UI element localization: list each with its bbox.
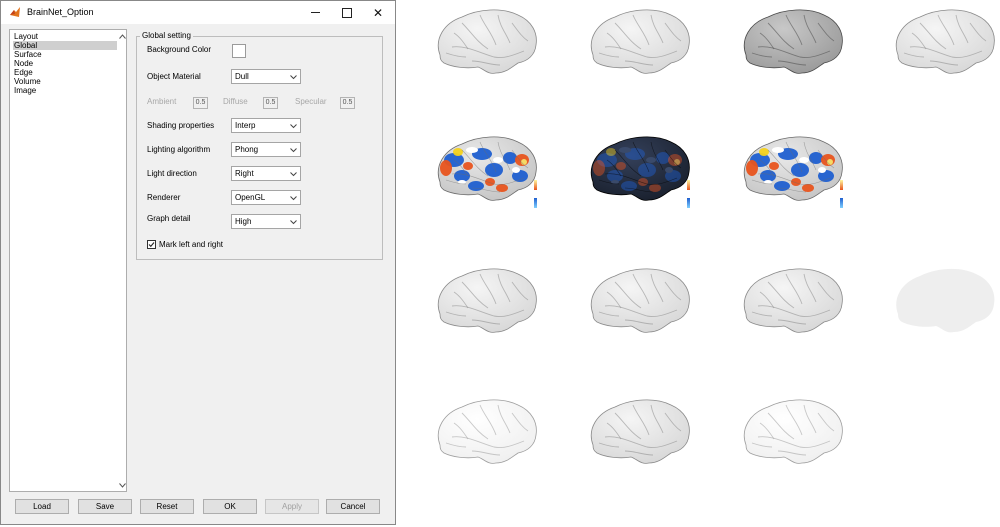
colorbar-negative bbox=[534, 198, 537, 208]
object-material-label: Object Material bbox=[147, 72, 201, 81]
colorbar-negative bbox=[840, 198, 843, 208]
renderer-label: Renderer bbox=[147, 193, 181, 202]
brain-render-brain-light bbox=[585, 262, 695, 340]
brain-render-brain-activation-dark bbox=[585, 130, 695, 208]
load-button[interactable]: Load bbox=[15, 499, 69, 514]
cancel-button[interactable]: Cancel bbox=[326, 499, 380, 514]
mark-left-right-label: Mark left and right bbox=[159, 240, 224, 249]
graph-detail-select[interactable]: High bbox=[231, 214, 301, 229]
shading-label: Shading properties bbox=[147, 121, 215, 130]
mark-left-right-checkbox[interactable] bbox=[147, 240, 156, 249]
brain-render-brain-light bbox=[432, 262, 542, 340]
maximize-icon bbox=[342, 7, 352, 18]
chevron-down-icon bbox=[290, 172, 297, 177]
colorbar-positive bbox=[840, 180, 843, 190]
shading-value: Interp bbox=[235, 121, 256, 130]
scroll-up-icon[interactable] bbox=[118, 32, 126, 40]
list-item-image[interactable]: Image bbox=[13, 86, 117, 95]
chevron-down-icon bbox=[290, 148, 297, 153]
colorbar-positive bbox=[687, 180, 690, 190]
group-title: Global setting bbox=[140, 31, 193, 40]
chevron-down-icon bbox=[290, 220, 297, 225]
brain-render-brain-light bbox=[738, 262, 848, 340]
maximize-button[interactable] bbox=[331, 1, 363, 24]
close-button[interactable]: ✕ bbox=[362, 1, 394, 24]
graph-detail-value: High bbox=[235, 217, 252, 226]
light-direction-value: Right bbox=[235, 169, 254, 178]
brain-render-brain-activation bbox=[432, 130, 542, 208]
minimize-icon bbox=[310, 12, 320, 13]
list-item-volume[interactable]: Volume bbox=[13, 77, 117, 86]
chevron-down-icon bbox=[290, 196, 297, 201]
list-item-surface[interactable]: Surface bbox=[13, 50, 117, 59]
list-item-edge[interactable]: Edge bbox=[13, 68, 117, 77]
brain-render-brain-dark-gray bbox=[738, 3, 848, 81]
specular-input[interactable]: 0.5 bbox=[340, 97, 355, 109]
minimize-button[interactable] bbox=[299, 1, 331, 24]
list-item-node[interactable]: Node bbox=[13, 59, 117, 68]
brain-render-brain-white bbox=[432, 393, 542, 471]
scroll-down-icon[interactable] bbox=[118, 481, 126, 489]
close-icon: ✕ bbox=[372, 5, 384, 20]
object-material-value: Dull bbox=[235, 72, 249, 81]
specular-label: Specular bbox=[295, 97, 327, 106]
renderer-select[interactable]: OpenGL bbox=[231, 190, 301, 205]
brain-render-brain-light bbox=[585, 3, 695, 81]
list-item-layout[interactable]: Layout bbox=[13, 32, 117, 41]
chevron-down-icon bbox=[290, 124, 297, 129]
brain-render-brain-light bbox=[890, 3, 1000, 81]
diffuse-input[interactable]: 0.5 bbox=[263, 97, 278, 109]
brain-render-brain-light bbox=[432, 3, 542, 81]
matlab-app-icon bbox=[10, 7, 20, 17]
brain-render-brain-white bbox=[738, 393, 848, 471]
lighting-value: Phong bbox=[235, 145, 259, 154]
light-direction-select[interactable]: Right bbox=[231, 166, 301, 181]
graph-detail-label: Graph detail bbox=[147, 214, 191, 223]
light-direction-label: Light direction bbox=[147, 169, 197, 178]
shading-select[interactable]: Interp bbox=[231, 118, 301, 133]
colorbar-positive bbox=[534, 180, 537, 190]
brain-render-brain-silhouette bbox=[890, 262, 1000, 340]
colorbar-negative bbox=[687, 198, 690, 208]
ok-button[interactable]: OK bbox=[203, 499, 257, 514]
ambient-input[interactable]: 0.5 bbox=[193, 97, 208, 109]
category-list[interactable]: Layout Global Surface Node Edge Volume I… bbox=[9, 29, 127, 492]
checkmark-icon bbox=[148, 242, 155, 248]
brain-render-brain-activation bbox=[738, 130, 848, 208]
window-title: BrainNet_Option bbox=[27, 7, 94, 17]
ambient-label: Ambient bbox=[147, 97, 177, 106]
save-button[interactable]: Save bbox=[78, 499, 132, 514]
background-color-button[interactable] bbox=[232, 44, 246, 58]
background-color-label: Background Color bbox=[147, 45, 212, 54]
reset-button[interactable]: Reset bbox=[140, 499, 194, 514]
chevron-down-icon bbox=[290, 75, 297, 80]
apply-button[interactable]: Apply bbox=[265, 499, 319, 514]
brain-render-brain-light bbox=[585, 393, 695, 471]
object-material-select[interactable]: Dull bbox=[231, 69, 301, 84]
lighting-label: Lighting algorithm bbox=[147, 145, 211, 154]
diffuse-label: Diffuse bbox=[223, 97, 248, 106]
lighting-select[interactable]: Phong bbox=[231, 142, 301, 157]
list-item-global[interactable]: Global bbox=[13, 41, 117, 50]
renderer-value: OpenGL bbox=[235, 193, 266, 202]
title-bar[interactable]: BrainNet_Option ✕ bbox=[1, 1, 395, 24]
